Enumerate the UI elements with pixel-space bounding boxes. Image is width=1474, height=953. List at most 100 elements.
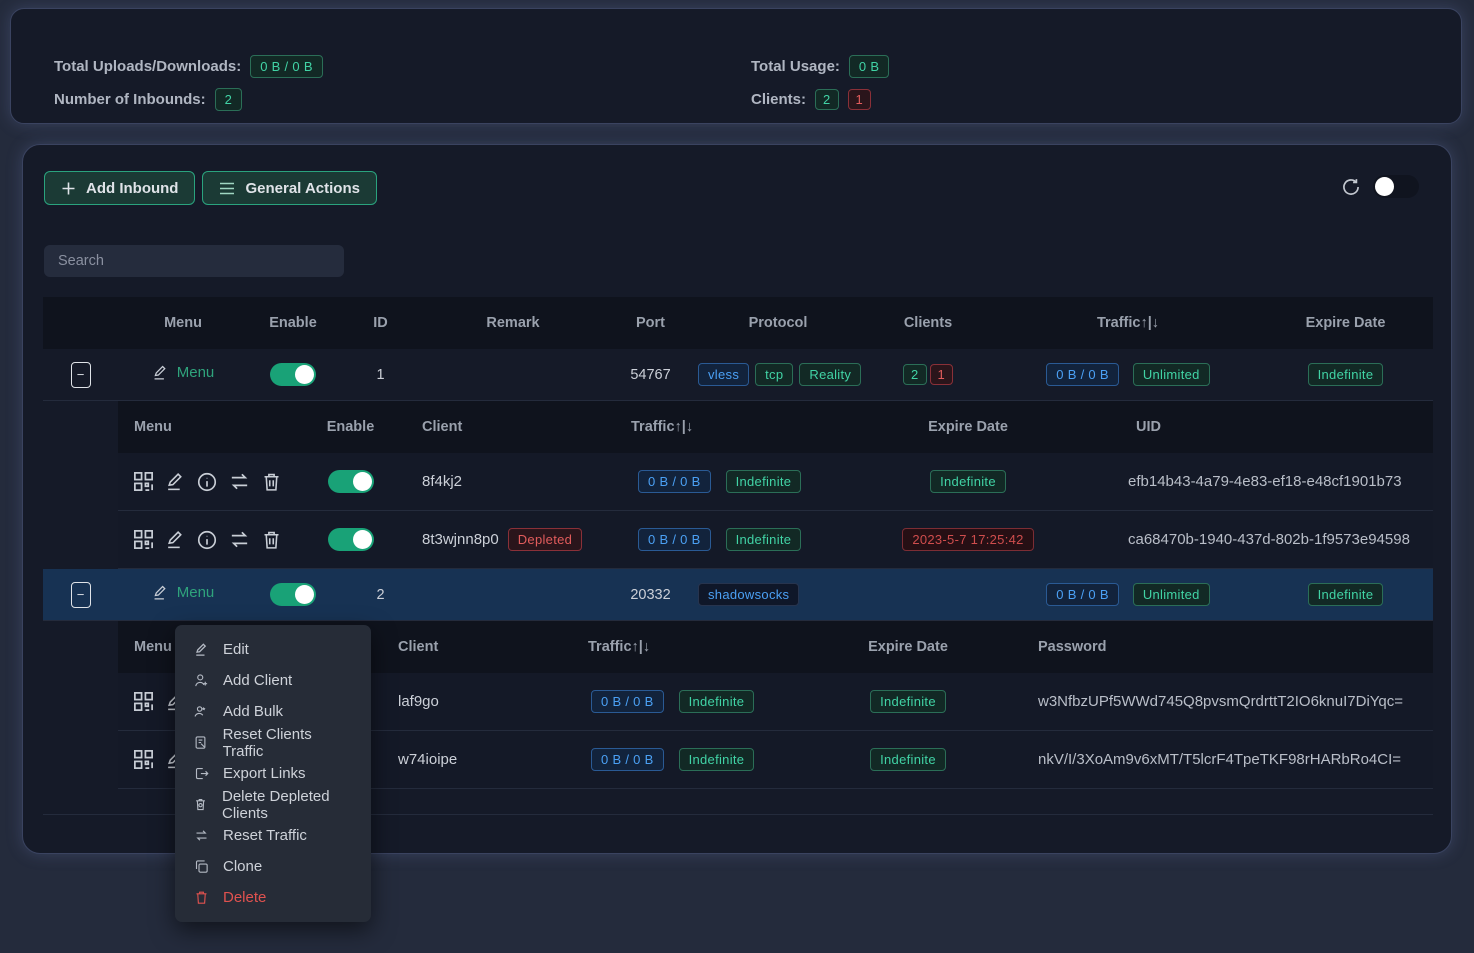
edit-client-icon[interactable] [165, 471, 186, 492]
client-password: nkV/I/3XoAm9v6xMT/T5lcrF4TpeTKF98rHARbRo… [1023, 751, 1433, 768]
clients-count: Clients: 2 1 [751, 87, 889, 111]
reset-traffic-icon[interactable] [228, 528, 251, 551]
qr-code-icon[interactable] [132, 528, 155, 551]
add-bulk-icon [193, 704, 209, 719]
stats-panel: Total Uploads/Downloads: 0 B / 0 B Numbe… [10, 8, 1462, 124]
client-name: 8f4kj2 [393, 473, 603, 490]
menu-item-delete[interactable]: Delete [175, 882, 371, 913]
general-actions-button[interactable]: General Actions [202, 171, 376, 205]
search-input[interactable] [44, 245, 344, 277]
client-traffic-badge: 0 B / 0 B [591, 690, 664, 713]
reset-traffic-icon [193, 828, 209, 843]
client-name: laf9go [373, 693, 563, 710]
reset-traffic-icon[interactable] [228, 470, 251, 493]
client-expire-badge: Indefinite [870, 748, 946, 771]
col-client-name: Client [373, 639, 563, 655]
clients-ok-badge: 2 [903, 364, 927, 385]
delete-client-icon[interactable] [261, 471, 282, 493]
general-actions-label: General Actions [245, 180, 359, 197]
menu-item-export-links[interactable]: Export Links [175, 758, 371, 789]
menu-item-delete-depleted-clients[interactable]: Delete Depleted Clients [175, 789, 371, 820]
col-client-traffic-sort[interactable]: Traffic↑|↓ [603, 419, 833, 435]
inbound-menu-label: Menu [177, 364, 215, 381]
client-traffic-limit-badge: Indefinite [679, 748, 755, 771]
client-password: w3NfbzUPf5WWd745Q8pvsmQrdrttT2IO6knuI7Di… [1023, 693, 1433, 710]
clients-depleted-badge: 1 [930, 364, 954, 385]
menu-item-add-bulk[interactable]: Add Bulk [175, 696, 371, 727]
menu-item-clone[interactable]: Clone [175, 851, 371, 882]
clients-depleted-count: 1 [848, 89, 872, 110]
col-client-traffic-sort[interactable]: Traffic↑|↓ [563, 639, 793, 655]
number-of-inbounds-value: 2 [215, 88, 243, 111]
qr-code-icon[interactable] [132, 748, 155, 771]
info-icon[interactable] [196, 529, 218, 551]
qr-code-icon[interactable] [132, 690, 155, 713]
edit-icon [193, 642, 209, 657]
collapse-row-button[interactable]: − [71, 362, 91, 388]
collapse-row-button[interactable]: − [71, 582, 91, 608]
clone-icon [193, 859, 209, 874]
col-enable: Enable [248, 315, 338, 331]
total-uploads-downloads-label: Total Uploads/Downloads: [54, 58, 241, 75]
delete-icon [193, 890, 209, 905]
inbound-enable-toggle[interactable] [270, 583, 316, 606]
inbound-row-1: − Menu 1 54767 vless tcp Reality [43, 349, 1433, 401]
delete-client-icon[interactable] [261, 529, 282, 551]
dark-mode-toggle[interactable] [1373, 175, 1419, 198]
menu-item-reset-clients-traffic[interactable]: Reset Clients Traffic [175, 727, 371, 758]
traffic-badge: 0 B / 0 B [1046, 363, 1119, 386]
col-protocol: Protocol [698, 315, 858, 331]
inbound-id: 1 [338, 367, 423, 383]
add-client-icon [193, 673, 209, 688]
client-uid: efb14b43-4a79-4e83-ef18-e48cf1901b73 [1103, 473, 1433, 490]
stats-left-column: Total Uploads/Downloads: 0 B / 0 B Numbe… [54, 9, 323, 111]
inbound-menu-button[interactable]: Menu [152, 584, 215, 601]
total-usage: Total Usage: 0 B [751, 54, 889, 78]
expire-badge: Indefinite [1308, 363, 1384, 386]
inbound-menu-button[interactable]: Menu [152, 364, 215, 381]
client-enable-toggle[interactable] [328, 528, 374, 551]
client-traffic-badge: 0 B / 0 B [591, 748, 664, 771]
reset-clients-traffic-icon [193, 735, 209, 750]
stats-right-column: Total Usage: 0 B Clients: 2 1 [751, 9, 889, 111]
protocol-badge: shadowsocks [698, 583, 799, 606]
inbound-context-menu: Edit Add Client Add Bulk Reset Clients T… [175, 625, 371, 922]
client-name: w74ioipe [373, 751, 563, 768]
total-usage-label: Total Usage: [751, 58, 840, 75]
plus-icon [61, 181, 76, 196]
add-inbound-button[interactable]: Add Inbound [44, 171, 195, 205]
menu-item-add-client[interactable]: Add Client [175, 665, 371, 696]
client-traffic-limit-badge: Indefinite [679, 690, 755, 713]
client-traffic-limit-badge: Indefinite [726, 528, 802, 551]
info-icon[interactable] [196, 471, 218, 493]
transport-badge: tcp [755, 363, 793, 386]
traffic-limit-badge: Unlimited [1133, 583, 1210, 606]
edit-pencil-icon [152, 584, 169, 601]
client-expire-badge: Indefinite [930, 470, 1006, 493]
toolbar: Add Inbound General Actions [44, 171, 377, 205]
clients-active-count: 2 [815, 89, 839, 110]
refresh-icon[interactable] [1341, 177, 1361, 197]
col-client-menu: Menu [118, 419, 308, 435]
col-traffic-sort[interactable]: Traffic↑|↓ [998, 315, 1258, 331]
client-uid: ca68470b-1940-437d-802b-1f9573e94598 [1103, 531, 1433, 548]
menu-item-edit[interactable]: Edit [175, 634, 371, 665]
client-enable-toggle[interactable] [328, 470, 374, 493]
client-table-header: Menu Enable Client Traffic↑|↓ Expire Dat… [118, 401, 1433, 453]
edit-pencil-icon [152, 364, 169, 381]
expire-badge: Indefinite [1308, 583, 1384, 606]
client-table-inbound-1: Menu Enable Client Traffic↑|↓ Expire Dat… [118, 401, 1433, 569]
client-traffic-badge: 0 B / 0 B [638, 528, 711, 551]
qr-code-icon[interactable] [132, 470, 155, 493]
menu-item-reset-traffic[interactable]: Reset Traffic [175, 820, 371, 851]
client-expire-badge: 2023-5-7 17:25:42 [902, 528, 1033, 551]
traffic-badge: 0 B / 0 B [1046, 583, 1119, 606]
depleted-badge: Depleted [508, 528, 582, 551]
client-traffic-limit-badge: Indefinite [726, 470, 802, 493]
inbound-enable-toggle[interactable] [270, 363, 316, 386]
security-badge: Reality [799, 363, 861, 386]
col-id: ID [338, 315, 423, 331]
protocol-badge: vless [698, 363, 749, 386]
inbound-menu-label: Menu [177, 584, 215, 601]
edit-client-icon[interactable] [165, 529, 186, 550]
